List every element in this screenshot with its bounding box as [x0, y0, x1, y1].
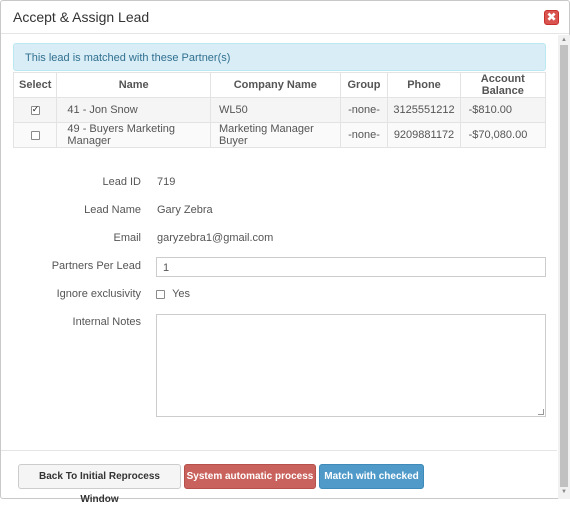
lead-id-value: 719 [157, 176, 176, 188]
resize-grip-icon[interactable] [538, 409, 544, 415]
accept-assign-lead-modal: Accept & Assign Lead ✖ ▲ ▼ This lead is … [0, 0, 570, 505]
partner-phone: 9209881172 [387, 122, 461, 148]
partners-table: Select Name Company Name Group Phone Acc… [12, 72, 547, 148]
ignore-exclusivity-label: Ignore exclusivity [56, 288, 141, 300]
scroll-up-icon[interactable]: ▲ [558, 35, 570, 45]
close-button[interactable]: ✖ [544, 10, 559, 25]
partner-checkbox[interactable] [30, 104, 40, 115]
column-header-group: Group [339, 72, 389, 98]
close-icon: ✖ [546, 10, 557, 24]
row-select-cell [12, 122, 58, 148]
column-header-select: Select [12, 72, 58, 98]
column-header-name: Name [56, 72, 211, 98]
partner-company: Marketing Manager Buyer [209, 122, 341, 148]
table-row: 41 - Jon Snow WL50 -none- 3125551212 -$8… [12, 97, 547, 123]
partner-balance: -$810.00 [459, 97, 547, 123]
ignore-exclusivity-yes: Yes [172, 288, 191, 300]
partner-name: 41 - Jon Snow [56, 97, 211, 123]
column-header-company: Company Name [209, 72, 341, 98]
scrollbar-thumb[interactable] [560, 45, 568, 487]
lead-name-value: Gary Zebra [157, 204, 213, 216]
row-select-cell [12, 97, 58, 123]
ignore-exclusivity-checkbox[interactable] [156, 289, 165, 299]
system-automatic-process-button[interactable]: System automatic process [184, 464, 316, 489]
column-header-phone: Phone [387, 72, 461, 98]
partners-per-lead-label: Partners Per Lead [51, 260, 141, 272]
back-to-reprocess-button[interactable]: Back To Initial Reprocess Window [18, 464, 181, 505]
partner-name: 49 - Buyers Marketing Manager [56, 122, 211, 148]
lead-id-label: Lead ID [102, 176, 141, 188]
internal-notes-textarea[interactable] [156, 314, 546, 417]
partner-balance: -$70,080.00 [459, 122, 547, 148]
partner-group: -none- [339, 122, 389, 148]
ignore-exclusivity-option[interactable]: Yes [156, 288, 190, 300]
table-row: 49 - Buyers Marketing Manager Marketing … [12, 122, 547, 148]
match-with-checked-button[interactable]: Match with checked [319, 464, 424, 489]
table-header-row: Select Name Company Name Group Phone Acc… [12, 72, 547, 98]
partners-per-lead-input[interactable]: 1 [156, 257, 546, 277]
partner-group: -none- [339, 97, 389, 123]
email-label: Email [113, 232, 141, 244]
lead-name-label: Lead Name [84, 204, 141, 216]
internal-notes-label: Internal Notes [72, 316, 141, 328]
partner-phone: 3125551212 [387, 97, 461, 123]
email-value: garyzebra1@gmail.com [157, 232, 274, 244]
scroll-down-icon[interactable]: ▼ [558, 487, 570, 497]
partner-checkbox[interactable] [30, 130, 40, 140]
modal-header: Accept & Assign Lead [1, 1, 569, 34]
partner-company: WL50 [209, 97, 341, 123]
column-header-balance: Account Balance [459, 72, 547, 98]
scrollbar[interactable]: ▲ ▼ [558, 35, 570, 499]
match-alert: This lead is matched with these Partner(… [13, 43, 546, 71]
modal-title: Accept & Assign Lead [13, 9, 150, 25]
